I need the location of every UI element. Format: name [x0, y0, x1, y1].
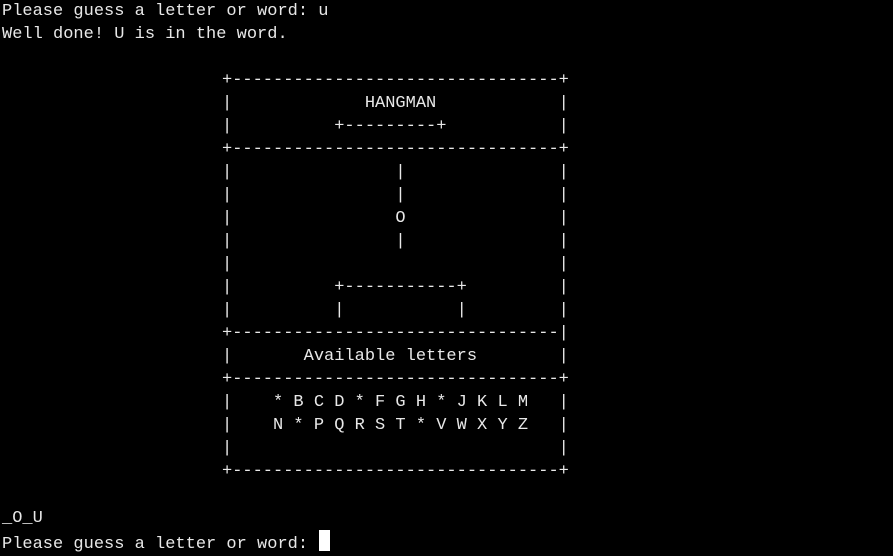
hangman-head: | O |	[222, 209, 569, 228]
available-letters-heading: | Available letters |	[222, 347, 569, 366]
input-line[interactable]: Please guess a letter or word:	[2, 530, 331, 554]
text-cursor[interactable]	[319, 530, 331, 551]
board-border-bottom: +--------------------------------+	[222, 462, 569, 481]
word-progress: _O_U	[2, 509, 43, 528]
feedback-message: Well done! U is in the word.	[2, 25, 288, 44]
gallows-rope: | | |	[222, 186, 569, 205]
board-title-underline: | +---------+ |	[222, 117, 569, 136]
board-empty-row: | |	[222, 439, 569, 458]
hangman-body: | | |	[222, 232, 569, 251]
available-letters-row: | * B C D * F G H * J K L M |	[222, 393, 569, 412]
previous-prompt: Please guess a letter or word: u	[2, 2, 329, 21]
board-title: | HANGMAN |	[222, 94, 569, 113]
gallows-rope: | | |	[222, 163, 569, 182]
board-divider: +--------------------------------+	[222, 140, 569, 159]
board-divider: +--------------------------------|	[222, 324, 569, 343]
board-divider: +--------------------------------+	[222, 370, 569, 389]
available-letters-row: | N * P Q R S T * V W X Y Z |	[222, 416, 569, 435]
gallows-legs: | | | |	[222, 301, 569, 320]
gallows-platform: | +-----------+ |	[222, 278, 569, 297]
board-border-top: +--------------------------------+	[222, 71, 569, 90]
current-prompt: Please guess a letter or word:	[2, 535, 319, 554]
gallows-empty-row: | |	[222, 255, 569, 274]
